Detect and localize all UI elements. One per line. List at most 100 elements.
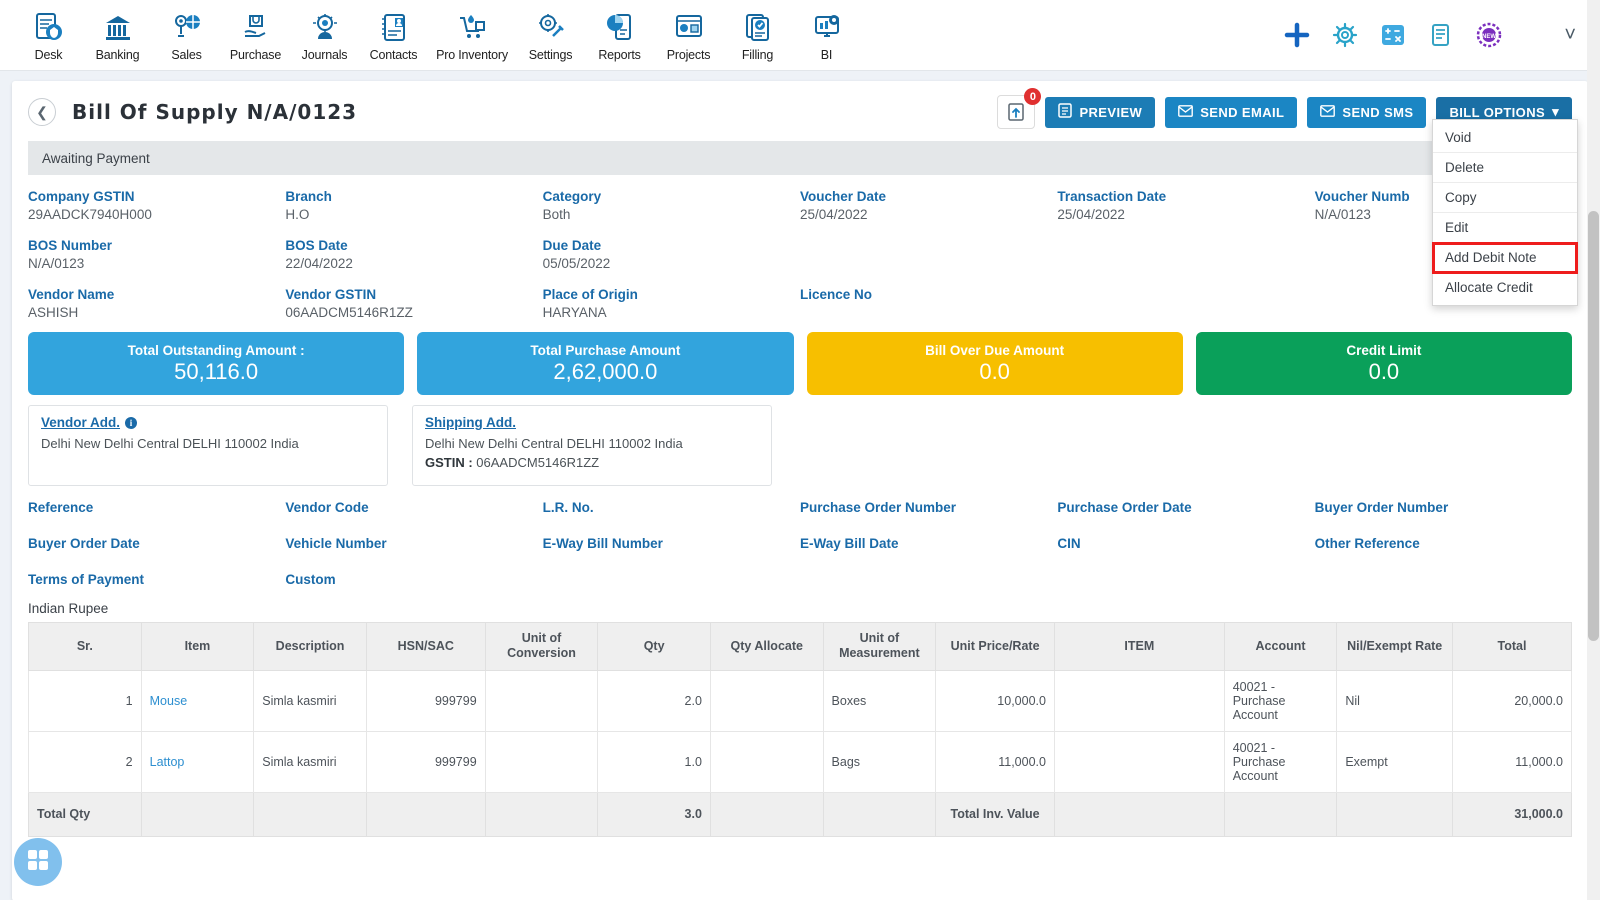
cell-uom: Bags <box>822 730 937 793</box>
ref-blank-1 <box>543 572 800 587</box>
back-chevron-icon[interactable]: ❮ <box>28 98 56 126</box>
nav-label: Pro Inventory <box>436 48 508 62</box>
menu-item-copy[interactable]: Copy <box>1433 183 1577 213</box>
card-title: Total Outstanding Amount : <box>127 342 305 358</box>
col-unit-of-measurement: Unit of Measurement <box>822 621 937 671</box>
apps-fab-button[interactable] <box>14 838 62 886</box>
table-header-row: Sr. Item Description HSN/SAC Unit of Con… <box>28 621 1572 671</box>
upload-button[interactable]: 0 <box>997 88 1042 129</box>
nav-item-reports[interactable]: Reports <box>585 8 654 62</box>
field-value <box>800 305 1057 320</box>
nav-item-banking[interactable]: Banking <box>83 8 152 62</box>
field-label: Place of Origin <box>542 287 638 302</box>
nav-item-bi[interactable]: BI <box>792 8 861 62</box>
vendor-address-box: Vendor Add. i Delhi New Delhi Central DE… <box>28 405 388 486</box>
ref-terms-of-payment: Terms of Payment <box>28 571 145 587</box>
cell-unit-conversion <box>484 730 599 793</box>
nav-item-pro-inventory[interactable]: Pro Inventory <box>428 8 516 62</box>
caret-down-icon: ▾ <box>1552 104 1559 119</box>
menu-item-allocate-credit[interactable]: Allocate Credit <box>1433 273 1577 302</box>
card-credit-limit: Credit Limit 0.0 <box>1195 332 1572 395</box>
cell-nil-exempt: Exempt <box>1336 730 1454 793</box>
cell-sr: 1 <box>28 669 142 732</box>
line-items-table: Sr. Item Description HSN/SAC Unit of Con… <box>28 621 1572 837</box>
ref-buyer-order-date: Buyer Order Date <box>28 535 140 551</box>
field-vendor-gstin: Vendor GSTIN 06AADCM5146R1ZZ <box>285 287 542 320</box>
info-icon[interactable]: i <box>125 416 138 429</box>
col-item: Item <box>140 621 255 671</box>
bank-building-icon <box>103 10 133 46</box>
menu-item-delete[interactable]: Delete <box>1433 153 1577 183</box>
chevron-down-icon[interactable]: ˅ <box>1564 24 1576 47</box>
menu-item-void[interactable]: Void <box>1433 123 1577 153</box>
cell-description: Simla kasmiri <box>253 730 367 793</box>
nav-item-settings[interactable]: Settings <box>516 8 585 62</box>
calculator-icon[interactable] <box>1380 22 1406 48</box>
nav-label: Filling <box>741 48 774 62</box>
field-value: N/A/0123 <box>28 256 85 271</box>
cell-item[interactable]: Mouse <box>140 669 255 732</box>
nav-item-projects[interactable]: Projects <box>654 8 723 62</box>
total-blank-4 <box>484 791 599 837</box>
nav-label: Desk <box>34 48 63 62</box>
scrollbar-thumb[interactable] <box>1588 211 1599 641</box>
ref-eway-bill-number: E-Way Bill Number <box>542 535 663 551</box>
cell-item2 <box>1053 730 1225 793</box>
notes-icon[interactable] <box>1428 22 1454 48</box>
nav-item-sales[interactable]: Sales <box>152 8 221 62</box>
gear-icon[interactable] <box>1332 22 1358 48</box>
field-blank-2 <box>1057 238 1314 271</box>
ref-vendor-code: Vendor Code <box>285 499 369 515</box>
page-scrollbar[interactable] <box>1587 71 1600 900</box>
status-bar: Awaiting Payment <box>28 141 1572 175</box>
total-blank-7 <box>1053 791 1225 837</box>
preview-button[interactable]: PREVIEW <box>1045 96 1156 128</box>
field-value: 29AADCK7940H000 <box>28 207 152 222</box>
nav-item-filling[interactable]: Filling <box>723 8 792 62</box>
envelope-icon <box>1178 104 1194 120</box>
field-label: Vendor Name <box>28 287 115 302</box>
svg-text:NEW: NEW <box>1482 34 1496 40</box>
cell-description: Simla kasmiri <box>253 669 367 732</box>
top-scroll-track <box>1587 0 1600 71</box>
line-items-table-wrapper: Sr. Item Description HSN/SAC Unit of Con… <box>12 621 1588 837</box>
cell-item[interactable]: Lattop <box>140 730 255 793</box>
cell-unit-price: 11,000.0 <box>935 730 1055 793</box>
bill-details-grid: Company GSTIN 29AADCK7940H000 Branch H.O C… <box>12 175 1588 320</box>
purchase-hand-icon <box>241 10 271 46</box>
field-value: ASHISH <box>28 305 79 320</box>
field-blank-4 <box>1057 287 1314 320</box>
total-inv-label: Total Inv. Value <box>935 791 1055 837</box>
add-plus-icon[interactable] <box>1284 22 1310 48</box>
shipping-address-line: Delhi New Delhi Central DELHI 110002 Ind… <box>425 436 683 451</box>
nav-item-contacts[interactable]: Contacts <box>359 8 428 62</box>
field-place-of-origin: Place of Origin HARYANA <box>543 287 800 320</box>
nav-module-group: Desk Banking Sales Purchase Journals Con… <box>14 8 861 62</box>
card-title: Total Purchase Amount <box>530 342 681 358</box>
send-sms-button[interactable]: SEND SMS <box>1307 96 1427 128</box>
field-vendor-name: Vendor Name ASHISH <box>28 287 285 320</box>
card-total-outstanding-amount: Total Outstanding Amount : 50,116.0 <box>28 332 405 395</box>
inventory-cart-icon <box>457 10 487 46</box>
table-row: 2 Lattop Simla kasmiri 999799 1.0 Bags 1… <box>28 730 1572 793</box>
col-qty-allocate: Qty Allocate <box>709 621 824 671</box>
total-blank-5 <box>709 791 824 837</box>
shipping-address-title[interactable]: Shipping Add. <box>425 415 759 430</box>
new-badge-icon[interactable]: NEW <box>1476 22 1502 48</box>
menu-item-edit[interactable]: Edit <box>1433 213 1577 243</box>
nav-item-journals[interactable]: Journals <box>290 8 359 62</box>
card-total-purchase-amount: Total Purchase Amount 2,62,000.0 <box>417 332 794 395</box>
menu-item-add-debit-note[interactable]: Add Debit Note <box>1432 242 1578 274</box>
vendor-address-label: Vendor Add. <box>41 415 121 430</box>
nav-label: Projects <box>666 48 711 62</box>
field-label: Due Date <box>542 238 602 253</box>
preview-button-label: PREVIEW <box>1079 104 1143 120</box>
currency-label: Indian Rupee <box>28 600 109 616</box>
send-email-button[interactable]: SEND EMAIL <box>1165 96 1298 128</box>
nav-item-purchase[interactable]: Purchase <box>221 8 290 62</box>
vendor-address-title[interactable]: Vendor Add. i <box>41 415 375 430</box>
field-value: H.O <box>285 207 310 222</box>
nav-item-desk[interactable]: Desk <box>14 8 83 62</box>
settings-tools-icon <box>536 10 566 46</box>
ref-reference: Reference <box>28 499 94 515</box>
